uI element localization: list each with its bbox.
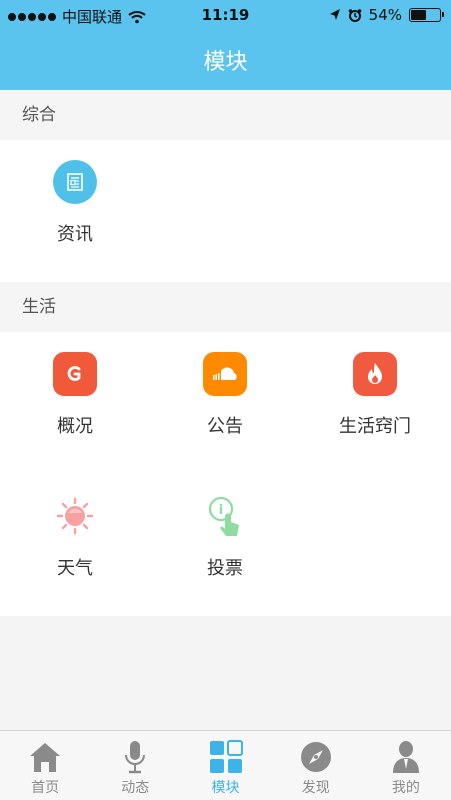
module-weather[interactable]: 天气 [0,494,150,580]
tab-home[interactable]: 首页 [0,731,90,800]
module-news[interactable]: 资讯 [0,160,150,246]
g-logo-icon [53,352,97,396]
section-life: 概况 公告 生活窍门 天气 i 投票 [0,332,451,616]
module-label: 投票 [207,558,243,579]
tab-label: 模块 [211,780,240,796]
tab-profile[interactable]: 我的 [361,731,451,800]
battery-percent: 54% [368,6,402,24]
flame-icon [353,352,397,396]
status-bar: 中国联通 11:19 54% [0,0,451,30]
home-icon [27,739,63,775]
soundcloud-icon [203,352,247,396]
module-label: 公告 [207,416,243,437]
module-overview[interactable]: 概况 [0,352,150,438]
module-label: 资讯 [57,224,93,245]
svg-text:i: i [219,503,223,518]
newspaper-icon [53,160,97,204]
tab-label: 发现 [301,780,330,796]
microphone-icon [117,739,153,775]
module-life-tips[interactable]: 生活窍门 [300,352,450,438]
section-comprehensive: 资讯 [0,140,451,282]
tab-label: 我的 [391,780,420,796]
tab-discover[interactable]: 发现 [271,731,361,800]
module-label: 生活窍门 [339,416,411,437]
tap-info-icon: i [203,494,247,538]
tab-activity[interactable]: 动态 [90,731,180,800]
person-icon [388,739,424,775]
compass-icon [298,739,334,775]
battery-icon [409,8,444,22]
section-header-life: 生活 [0,282,451,332]
tab-label: 首页 [31,780,60,796]
section-header-comprehensive: 综合 [0,90,451,140]
module-label: 天气 [57,558,93,579]
location-arrow-icon [329,9,340,20]
module-label: 概况 [57,416,93,437]
tab-bar: 首页 动态 模块 发现 我的 [0,730,451,800]
tab-modules[interactable]: 模块 [180,731,270,800]
page-title: 模块 [203,50,248,75]
tab-label: 动态 [121,780,150,796]
module-announcements[interactable]: 公告 [150,352,300,438]
grid-icon [208,739,244,775]
sun-icon [53,494,97,538]
alarm-icon [348,9,361,22]
module-vote[interactable]: i 投票 [150,494,300,580]
